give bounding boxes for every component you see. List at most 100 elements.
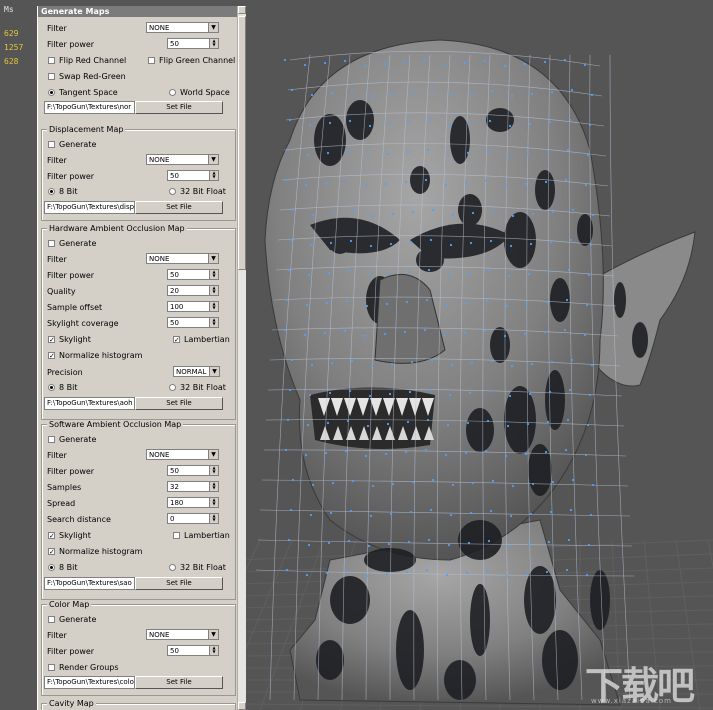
spinner-arrows-icon[interactable]: ▲ ▼ <box>209 514 218 523</box>
chevron-down-icon: ▼ <box>209 367 219 376</box>
filter-label: Filter <box>47 255 67 264</box>
32-bit-float-label: 32 Bit Float <box>180 187 226 196</box>
chevron-down-icon: ▼ <box>208 155 218 164</box>
lambertian-label: Lambertian <box>184 335 230 344</box>
32-bit-float-radio[interactable] <box>169 384 176 391</box>
generate-maps-panel: Generate Maps Filter NONE ▼ Filter power … <box>37 6 246 710</box>
cavity-map-group: Cavity Map <box>41 699 236 710</box>
generate-label: Generate <box>59 239 97 248</box>
filter-dropdown[interactable]: NONE ▼ <box>146 154 219 165</box>
spinner-arrows-icon[interactable]: ▲ ▼ <box>209 270 218 279</box>
spinner-arrows-icon[interactable]: ▲ ▼ <box>209 302 218 311</box>
skylight-coverage-spinner[interactable]: 50 ▲ ▼ <box>167 317 219 328</box>
flip-red-checkbox[interactable] <box>48 57 55 64</box>
search-distance-spinner[interactable]: 0 ▲ ▼ <box>167 513 219 524</box>
filter-label: Filter <box>47 24 67 33</box>
normalize-histogram-checkbox[interactable]: ✓ <box>48 352 55 360</box>
filter-power-spinner[interactable]: 50 ▲ ▼ <box>167 645 219 656</box>
filter-dropdown[interactable]: NONE ▼ <box>146 253 219 264</box>
spinner-arrows-icon[interactable]: ▲ ▼ <box>209 466 218 475</box>
filter-dropdown[interactable]: NONE ▼ <box>146 629 219 640</box>
set-file-button[interactable]: Set File <box>135 397 223 410</box>
filter-power-label: Filter power <box>47 271 95 280</box>
color-map-path-field[interactable]: F:\TopoGun\Textures\colo <box>44 676 135 689</box>
spinner-arrows-icon[interactable]: ▲ ▼ <box>209 318 218 327</box>
8-bit-radio[interactable] <box>48 188 55 195</box>
generate-label: Generate <box>59 435 97 444</box>
normal-path-field[interactable]: F:\TopoGun\Textures\nor <box>44 101 135 114</box>
skylight-checkbox[interactable]: ✓ <box>48 532 55 540</box>
filter-power-label: Filter power <box>47 467 95 476</box>
filter-power-spinner[interactable]: 50 ▲ ▼ <box>167 465 219 476</box>
normalize-histogram-checkbox[interactable]: ✓ <box>48 548 55 556</box>
spinner-arrows-icon[interactable]: ▲ ▼ <box>209 646 218 655</box>
search-distance-label: Search distance <box>47 515 111 524</box>
spinner-arrows-icon[interactable]: ▲ ▼ <box>209 39 218 48</box>
generate-checkbox[interactable] <box>48 436 55 443</box>
8-bit-radio[interactable] <box>48 384 55 391</box>
filter-power-label: Filter power <box>47 647 95 656</box>
filter-power-spinner[interactable]: 50 ▲ ▼ <box>167 38 219 49</box>
32-bit-float-radio[interactable] <box>169 188 176 195</box>
skylight-label: Skylight <box>59 335 91 344</box>
precision-dropdown[interactable]: NORMAL ▼ <box>173 366 220 377</box>
filter-power-spinner[interactable]: 50 ▲ ▼ <box>167 269 219 280</box>
chevron-down-icon: ▼ <box>208 254 218 263</box>
scroll-down-button[interactable] <box>238 702 246 710</box>
sample-offset-label: Sample offset <box>47 303 103 312</box>
stats-value: 629 <box>4 29 19 38</box>
set-file-button[interactable]: Set File <box>135 101 223 114</box>
displacement-path-field[interactable]: F:\TopoGun\Textures\disp <box>44 201 135 214</box>
set-file-button[interactable]: Set File <box>135 201 223 214</box>
generate-checkbox[interactable] <box>48 240 55 247</box>
spinner-arrows-icon[interactable]: ▲ ▼ <box>209 498 218 507</box>
stats-value: 628 <box>4 57 19 66</box>
quality-label: Quality <box>47 287 76 296</box>
quality-spinner[interactable]: 20 ▲ ▼ <box>167 285 219 296</box>
spinner-arrows-icon[interactable]: ▲ ▼ <box>209 171 218 180</box>
skylight-checkbox[interactable]: ✓ <box>48 336 55 344</box>
spread-spinner[interactable]: 180 ▲ ▼ <box>167 497 219 508</box>
skylight-label: Skylight <box>59 531 91 540</box>
lambertian-label: Lambertian <box>184 531 230 540</box>
set-file-button[interactable]: Set File <box>135 577 223 590</box>
stats-value: 1257 <box>4 43 24 52</box>
lambertian-checkbox[interactable] <box>173 532 180 539</box>
render-groups-checkbox[interactable] <box>48 664 55 671</box>
precision-label: Precision <box>47 368 83 377</box>
tangent-space-radio[interactable] <box>48 89 55 96</box>
spinner-arrows-icon[interactable]: ▲ ▼ <box>209 482 218 491</box>
filter-dropdown[interactable]: NONE ▼ <box>146 449 219 460</box>
flip-green-label: Flip Green Channel <box>159 56 236 65</box>
generate-checkbox[interactable] <box>48 616 55 623</box>
8-bit-label: 8 Bit <box>59 563 78 572</box>
32-bit-float-radio[interactable] <box>169 564 176 571</box>
filter-dropdown[interactable]: NONE ▼ <box>146 22 219 33</box>
scroll-thumb[interactable] <box>238 16 246 270</box>
8-bit-radio[interactable] <box>48 564 55 571</box>
generate-checkbox[interactable] <box>48 141 55 148</box>
filter-power-spinner[interactable]: 50 ▲ ▼ <box>167 170 219 181</box>
hw-ao-path-field[interactable]: F:\TopoGun\Textures\aoh <box>44 397 135 410</box>
lambertian-checkbox[interactable]: ✓ <box>173 336 180 344</box>
group-title: Color Map <box>47 600 92 609</box>
spinner-arrows-icon[interactable]: ▲ ▼ <box>209 286 218 295</box>
generate-label: Generate <box>59 140 97 149</box>
sample-offset-spinner[interactable]: 100 ▲ ▼ <box>167 301 219 312</box>
filter-label: Filter <box>47 451 67 460</box>
tangent-space-label: Tangent Space <box>59 88 118 97</box>
8-bit-label: 8 Bit <box>59 383 78 392</box>
chevron-down-icon: ▼ <box>208 23 218 32</box>
set-file-button[interactable]: Set File <box>135 676 223 689</box>
world-space-label: World Space <box>180 88 230 97</box>
samples-label: Samples <box>47 483 82 492</box>
filter-label: Filter <box>47 156 67 165</box>
normalize-histogram-label: Normalize histogram <box>59 351 143 360</box>
scroll-up-button[interactable] <box>238 6 246 14</box>
sw-ao-path-field[interactable]: F:\TopoGun\Textures\sao <box>44 577 135 590</box>
world-space-radio[interactable] <box>169 89 176 96</box>
samples-spinner[interactable]: 32 ▲ ▼ <box>167 481 219 492</box>
panel-scrollbar[interactable] <box>237 6 246 710</box>
flip-green-checkbox[interactable] <box>148 57 155 64</box>
swap-red-green-checkbox[interactable] <box>48 73 55 80</box>
